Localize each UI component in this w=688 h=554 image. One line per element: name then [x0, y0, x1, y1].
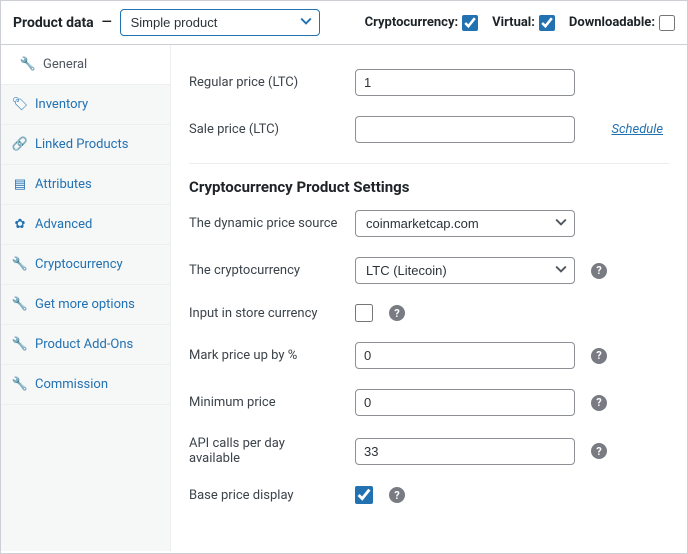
product-type-select[interactable]: Simple product	[120, 9, 320, 36]
title-dash: —	[102, 15, 112, 30]
markup-label: Mark price up by %	[189, 348, 339, 363]
tab-content: Regular price (LTC) Sale price (LTC) Sch…	[171, 45, 687, 551]
help-icon[interactable]: ?	[591, 263, 607, 279]
crypto-settings-heading: Cryptocurrency Product Settings	[189, 178, 669, 196]
api-calls-row: API calls per day available ?	[189, 426, 669, 476]
cryptocurrency-toggle-label: Cryptocurrency:	[365, 15, 459, 30]
price-source-select-wrap: coinmarketcap.com	[355, 210, 575, 237]
wrench-icon: 🔧	[13, 297, 27, 312]
tab-advanced[interactable]: ✿ Advanced	[1, 205, 170, 245]
cryptocurrency-label: The cryptocurrency	[189, 263, 339, 278]
tab-label: Cryptocurrency	[35, 257, 123, 272]
regular-price-label: Regular price (LTC)	[189, 75, 339, 90]
product-data-panel: Product data — Simple product Cryptocurr…	[0, 0, 688, 554]
virtual-toggle[interactable]: Virtual:	[492, 15, 555, 31]
cryptocurrency-checkbox[interactable]	[462, 15, 478, 31]
tab-label: Attributes	[35, 177, 92, 192]
regular-price-input[interactable]	[355, 69, 575, 96]
tab-label: Inventory	[35, 97, 88, 112]
downloadable-toggle-label: Downloadable:	[569, 15, 655, 30]
cryptocurrency-select-wrap: LTC (Litecoin)	[355, 257, 575, 284]
regular-price-row: Regular price (LTC)	[189, 59, 669, 106]
price-source-row: The dynamic price source coinmarketcap.c…	[189, 200, 669, 247]
tab-inventory[interactable]: 🏷 Inventory	[1, 85, 170, 125]
base-price-row: Base price display ?	[189, 476, 669, 514]
help-icon[interactable]: ?	[591, 443, 607, 459]
wrench-icon: 🔧	[13, 257, 27, 272]
section-divider	[189, 163, 669, 164]
store-currency-checkbox[interactable]	[355, 304, 373, 322]
tab-product-addons[interactable]: 🔧 Product Add-Ons	[1, 325, 170, 365]
sale-price-input[interactable]	[355, 116, 575, 143]
downloadable-checkbox[interactable]	[659, 15, 675, 31]
panel-header: Product data — Simple product Cryptocurr…	[1, 1, 687, 45]
price-source-label: The dynamic price source	[189, 216, 339, 231]
base-price-label: Base price display	[189, 488, 339, 503]
tab-label: Advanced	[35, 217, 92, 232]
markup-input[interactable]	[355, 342, 575, 369]
header-options: Cryptocurrency: Virtual: Downloadable:	[365, 15, 675, 31]
help-icon[interactable]: ?	[591, 348, 607, 364]
tab-label: Get more options	[35, 297, 135, 312]
store-currency-row: Input in store currency ?	[189, 294, 669, 332]
tag-icon: 🏷	[13, 97, 27, 112]
min-price-input[interactable]	[355, 389, 575, 416]
tabs-sidebar: 🔧 General 🏷 Inventory 🔗 Linked Products …	[1, 45, 171, 551]
cryptocurrency-toggle[interactable]: Cryptocurrency:	[365, 15, 479, 31]
tab-get-more-options[interactable]: 🔧 Get more options	[1, 285, 170, 325]
wrench-icon: 🔧	[13, 337, 27, 352]
product-type-select-wrap: Simple product	[120, 9, 320, 36]
price-source-select[interactable]: coinmarketcap.com	[355, 210, 575, 237]
min-price-row: Minimum price ?	[189, 379, 669, 426]
tab-general[interactable]: 🔧 General	[1, 45, 170, 85]
base-price-checkbox[interactable]	[355, 486, 373, 504]
panel-title: Product data	[13, 15, 94, 31]
wrench-icon: 🔧	[21, 57, 35, 72]
panel-body: 🔧 General 🏷 Inventory 🔗 Linked Products …	[1, 45, 687, 551]
tab-commission[interactable]: 🔧 Commission	[1, 365, 170, 405]
api-calls-label: API calls per day available	[189, 436, 339, 466]
cryptocurrency-row: The cryptocurrency LTC (Litecoin) ?	[189, 247, 669, 294]
sale-price-row: Sale price (LTC) Schedule	[189, 106, 669, 153]
wrench-icon: 🔧	[13, 377, 27, 392]
cryptocurrency-select[interactable]: LTC (Litecoin)	[355, 257, 575, 284]
markup-row: Mark price up by % ?	[189, 332, 669, 379]
tab-attributes[interactable]: ▤ Attributes	[1, 165, 170, 205]
tab-cryptocurrency[interactable]: 🔧 Cryptocurrency	[1, 245, 170, 285]
help-icon[interactable]: ?	[389, 487, 405, 503]
help-icon[interactable]: ?	[389, 305, 405, 321]
schedule-link[interactable]: Schedule	[611, 122, 663, 137]
store-currency-label: Input in store currency	[189, 306, 339, 321]
tab-label: Linked Products	[35, 137, 128, 152]
virtual-toggle-label: Virtual:	[492, 15, 535, 30]
help-icon[interactable]: ?	[591, 395, 607, 411]
link-icon: 🔗	[13, 137, 27, 152]
gear-icon: ✿	[13, 217, 27, 232]
tab-label: General	[43, 57, 87, 72]
virtual-checkbox[interactable]	[539, 15, 555, 31]
tab-label: Commission	[35, 377, 108, 392]
api-calls-input[interactable]	[355, 438, 575, 465]
tab-linked-products[interactable]: 🔗 Linked Products	[1, 125, 170, 165]
tab-label: Product Add-Ons	[35, 337, 133, 352]
sale-price-label: Sale price (LTC)	[189, 122, 339, 137]
list-icon: ▤	[13, 177, 27, 192]
downloadable-toggle[interactable]: Downloadable:	[569, 15, 675, 31]
min-price-label: Minimum price	[189, 395, 339, 410]
